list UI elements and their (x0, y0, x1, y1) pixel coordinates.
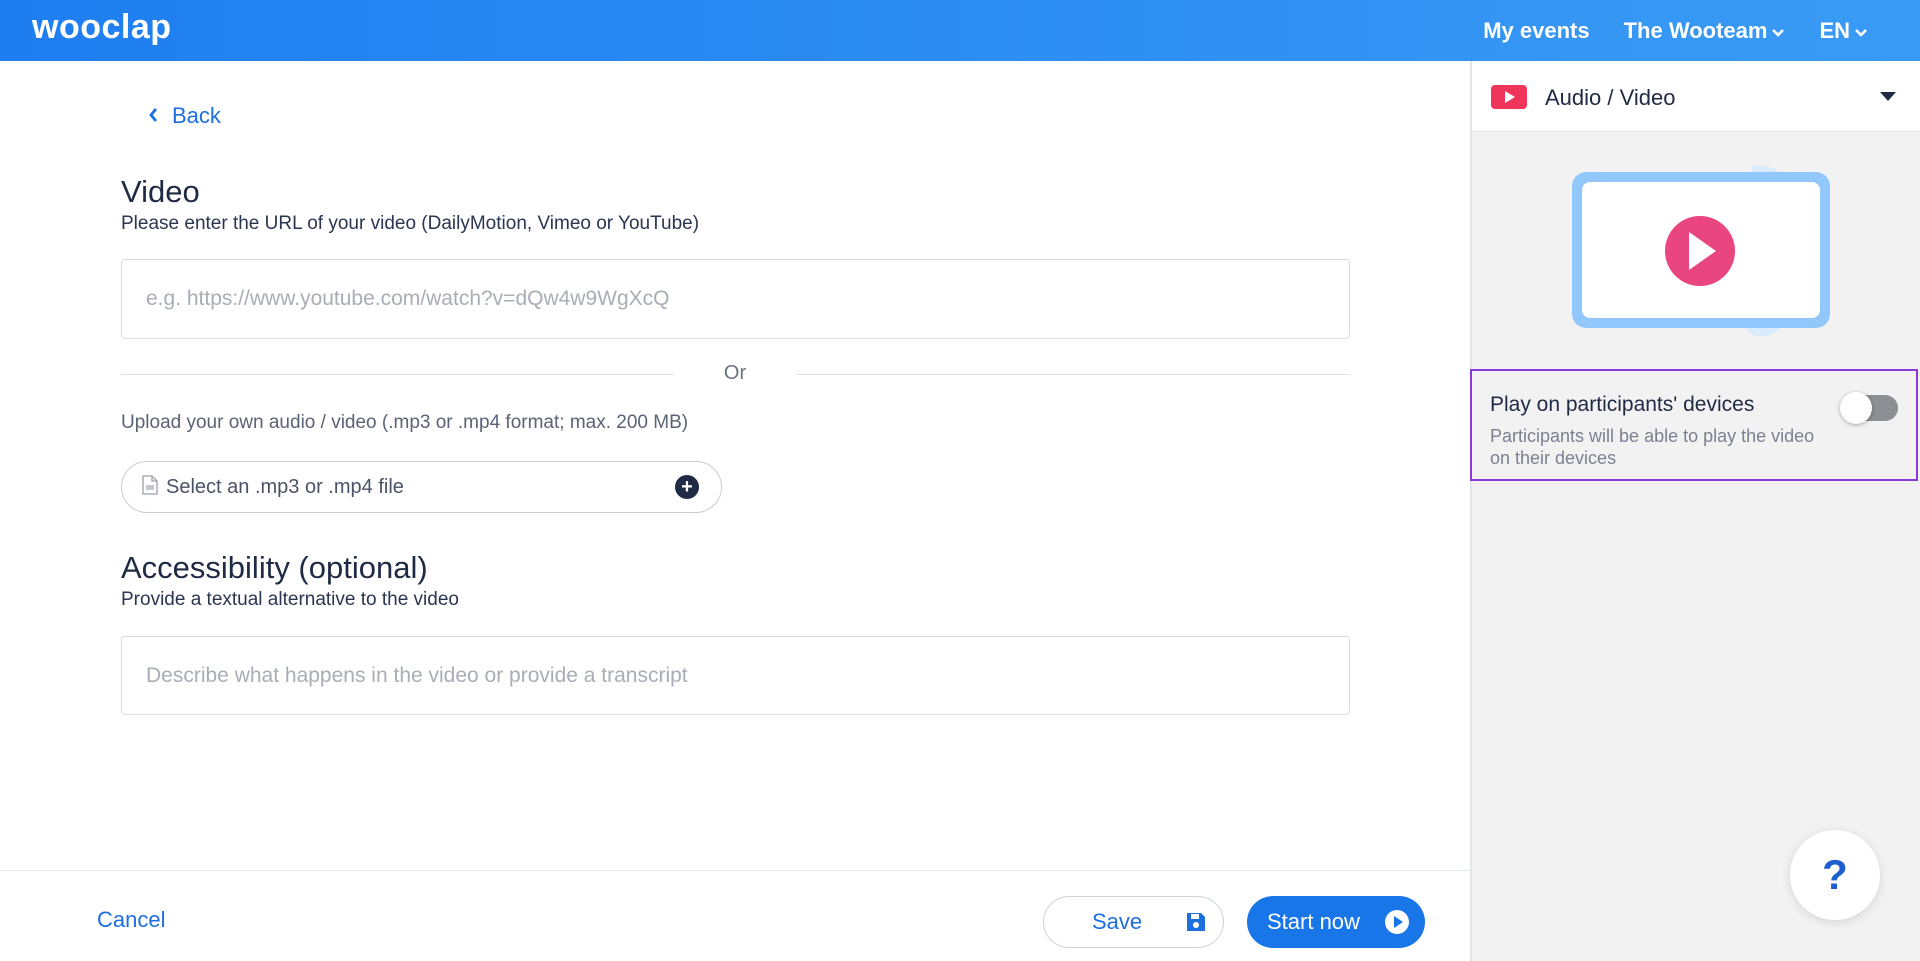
question-type-selector[interactable]: Audio / Video (1472, 61, 1920, 132)
save-button[interactable]: Save (1043, 896, 1224, 948)
or-label: Or (723, 362, 747, 384)
help-button[interactable]: ? (1790, 830, 1880, 920)
video-illustration (1552, 156, 1832, 351)
chevron-down-icon (1771, 18, 1785, 44)
play-on-devices-toggle[interactable] (1840, 392, 1898, 424)
start-now-label: Start now (1267, 909, 1360, 934)
editor-footer: Cancel Save Start now (0, 870, 1470, 961)
nav-team-dropdown[interactable]: The Wooteam (1624, 18, 1786, 44)
file-icon (142, 474, 158, 500)
chevron-down-icon (1854, 18, 1868, 44)
chevron-left-icon (148, 103, 158, 129)
nav-my-events[interactable]: My events (1483, 18, 1589, 44)
video-instructions: Please enter the URL of your video (Dail… (121, 213, 700, 234)
question-editor: Back Video Please enter the URL of your … (0, 61, 1470, 871)
upload-instructions: Upload your own audio / video (.mp3 or .… (121, 412, 689, 433)
top-bar: wooclap My events The Wooteam EN (0, 0, 1920, 61)
video-heading: Video (121, 174, 200, 209)
nav-language-dropdown[interactable]: EN (1819, 18, 1868, 44)
nav-my-events-label: My events (1483, 17, 1590, 43)
back-link[interactable]: Back (148, 103, 221, 129)
start-now-button[interactable]: Start now (1247, 896, 1425, 948)
cancel-button[interactable]: Cancel (97, 907, 165, 933)
nav-language-label: EN (1819, 17, 1850, 43)
question-type-label: Audio / Video (1545, 85, 1676, 110)
or-divider-right (796, 374, 1350, 375)
settings-panel: Audio / Video (1472, 61, 1920, 961)
save-label: Save (1092, 909, 1143, 934)
toggle-knob (1840, 392, 1872, 424)
play-circle-icon (1385, 910, 1409, 934)
accessibility-heading: Accessibility (optional) (121, 550, 428, 585)
floppy-disk-icon (1185, 911, 1207, 938)
back-label: Back (172, 103, 221, 128)
question-mark-icon: ? (1822, 851, 1848, 898)
play-on-devices-title: Play on participants' devices (1490, 393, 1755, 416)
play-on-devices-description: Participants will be able to play the vi… (1490, 426, 1815, 468)
top-nav: My events The Wooteam EN (1483, 0, 1920, 61)
caret-down-icon (1880, 92, 1896, 101)
file-select-button[interactable]: Select an .mp3 or .mp4 file + (121, 461, 722, 513)
plus-icon: + (675, 475, 699, 499)
video-url-input[interactable] (121, 259, 1350, 339)
or-divider-left (121, 374, 674, 375)
accessibility-instructions: Provide a textual alternative to the vid… (121, 589, 459, 610)
file-select-label: Select an .mp3 or .mp4 file (166, 475, 404, 498)
wooclap-logo[interactable]: wooclap (32, 8, 172, 47)
play-on-devices-option: Play on participants' devices Participan… (1470, 369, 1918, 481)
nav-team-label: The Wooteam (1623, 17, 1768, 43)
video-description-input[interactable] (121, 636, 1350, 715)
video-type-icon (1491, 85, 1527, 114)
